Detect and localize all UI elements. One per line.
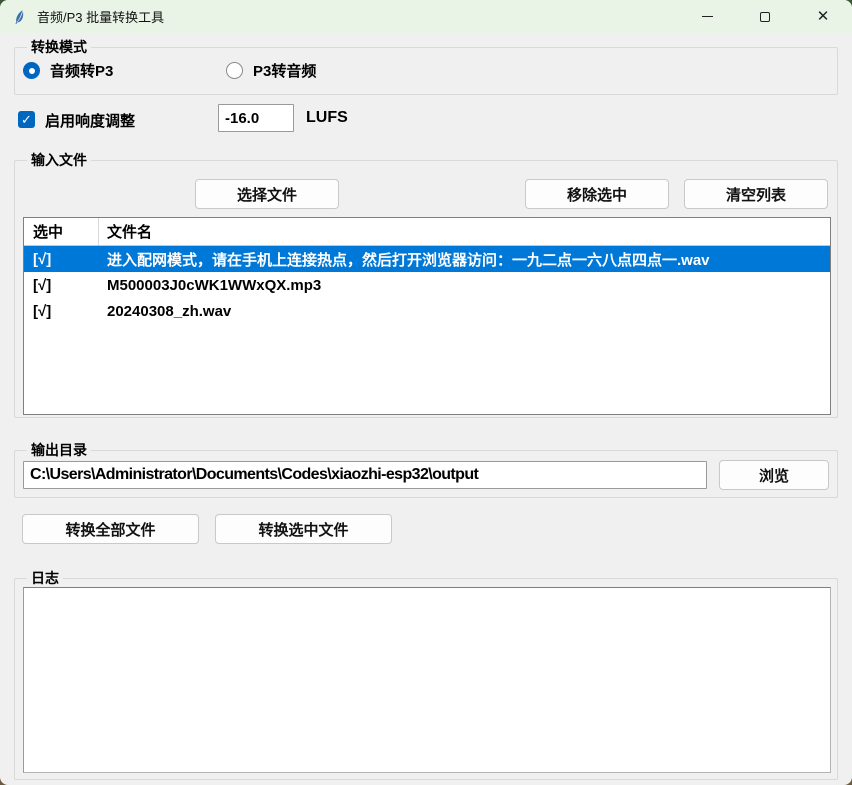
table-row[interactable]: [√] 进入配网模式，请在手机上连接热点，然后打开浏览器访问：一九二点一六八点四… (24, 246, 830, 272)
radio-p3-to-audio-label: P3转音频 (253, 60, 316, 81)
titlebar[interactable]: 音频/P3 批量转换工具 ✕ (0, 0, 852, 33)
file-table-header: 选中 文件名 (24, 218, 830, 246)
row-filename-cell: M500003J0cWK1WWxQX.mp3 (99, 277, 830, 294)
mode-group-label: 转换模式 (27, 38, 91, 58)
lufs-value-input[interactable] (218, 104, 294, 132)
row-checked-cell: [√] (24, 303, 99, 320)
radio-p3-to-audio[interactable]: P3转音频 (226, 60, 316, 81)
window-title: 音频/P3 批量转换工具 (37, 7, 164, 26)
radio-audio-to-p3[interactable]: 音频转P3 (23, 60, 218, 81)
browse-button[interactable]: 浏览 (719, 460, 829, 490)
header-checked-column[interactable]: 选中 (24, 218, 99, 245)
output-path-input[interactable] (23, 461, 707, 489)
close-button[interactable]: ✕ (794, 0, 852, 33)
row-filename-cell: 进入配网模式，请在手机上连接热点，然后打开浏览器访问：一九二点一六八点四点一.w… (99, 249, 830, 270)
input-files-group: 输入文件 选择文件 移除选中 清空列表 选中 文件名 [√] 进入配网模式，请在… (14, 160, 838, 418)
minimize-icon (702, 16, 713, 17)
loudness-checkbox-label: 启用响度调整 (45, 110, 135, 131)
close-icon: ✕ (817, 9, 830, 24)
radio-audio-to-p3-label: 音频转P3 (50, 60, 113, 81)
table-row[interactable]: [√] 20240308_zh.wav (24, 298, 830, 324)
input-files-group-label: 输入文件 (27, 151, 91, 171)
convert-all-button[interactable]: 转换全部文件 (22, 514, 199, 544)
clear-list-button[interactable]: 清空列表 (684, 179, 828, 209)
loudness-row: ✓ 启用响度调整 LUFS (18, 108, 838, 138)
table-row[interactable]: [√] M500003J0cWK1WWxQX.mp3 (24, 272, 830, 298)
convert-selected-button[interactable]: 转换选中文件 (215, 514, 392, 544)
loudness-checkbox[interactable]: ✓ (18, 111, 35, 128)
radio-selected-icon (23, 62, 40, 79)
log-group-label: 日志 (27, 569, 63, 589)
log-group: 日志 (14, 578, 838, 780)
row-checked-cell: [√] (24, 251, 99, 268)
window-controls: ✕ (678, 0, 852, 33)
output-dir-group: 输出目录 浏览 (14, 450, 838, 498)
minimize-button[interactable] (678, 0, 736, 33)
mode-radio-row: 音频转P3 P3转音频 (23, 60, 324, 81)
output-dir-group-label: 输出目录 (27, 441, 91, 461)
file-table: 选中 文件名 [√] 进入配网模式，请在手机上连接热点，然后打开浏览器访问：一九… (23, 217, 831, 415)
lufs-unit-label: LUFS (306, 109, 348, 127)
maximize-button[interactable] (736, 0, 794, 33)
mode-group: 转换模式 音频转P3 P3转音频 (14, 47, 838, 95)
row-filename-cell: 20240308_zh.wav (99, 303, 830, 320)
header-filename-column[interactable]: 文件名 (99, 221, 830, 242)
choose-files-button[interactable]: 选择文件 (195, 179, 339, 209)
app-window: 音频/P3 批量转换工具 ✕ 转换模式 音频转P3 P3转音频 (0, 0, 852, 785)
row-checked-cell: [√] (24, 277, 99, 294)
maximize-icon (760, 12, 770, 22)
radio-unselected-icon (226, 62, 243, 79)
python-feather-icon (12, 9, 28, 25)
remove-selected-button[interactable]: 移除选中 (525, 179, 669, 209)
log-textarea[interactable] (23, 587, 831, 773)
